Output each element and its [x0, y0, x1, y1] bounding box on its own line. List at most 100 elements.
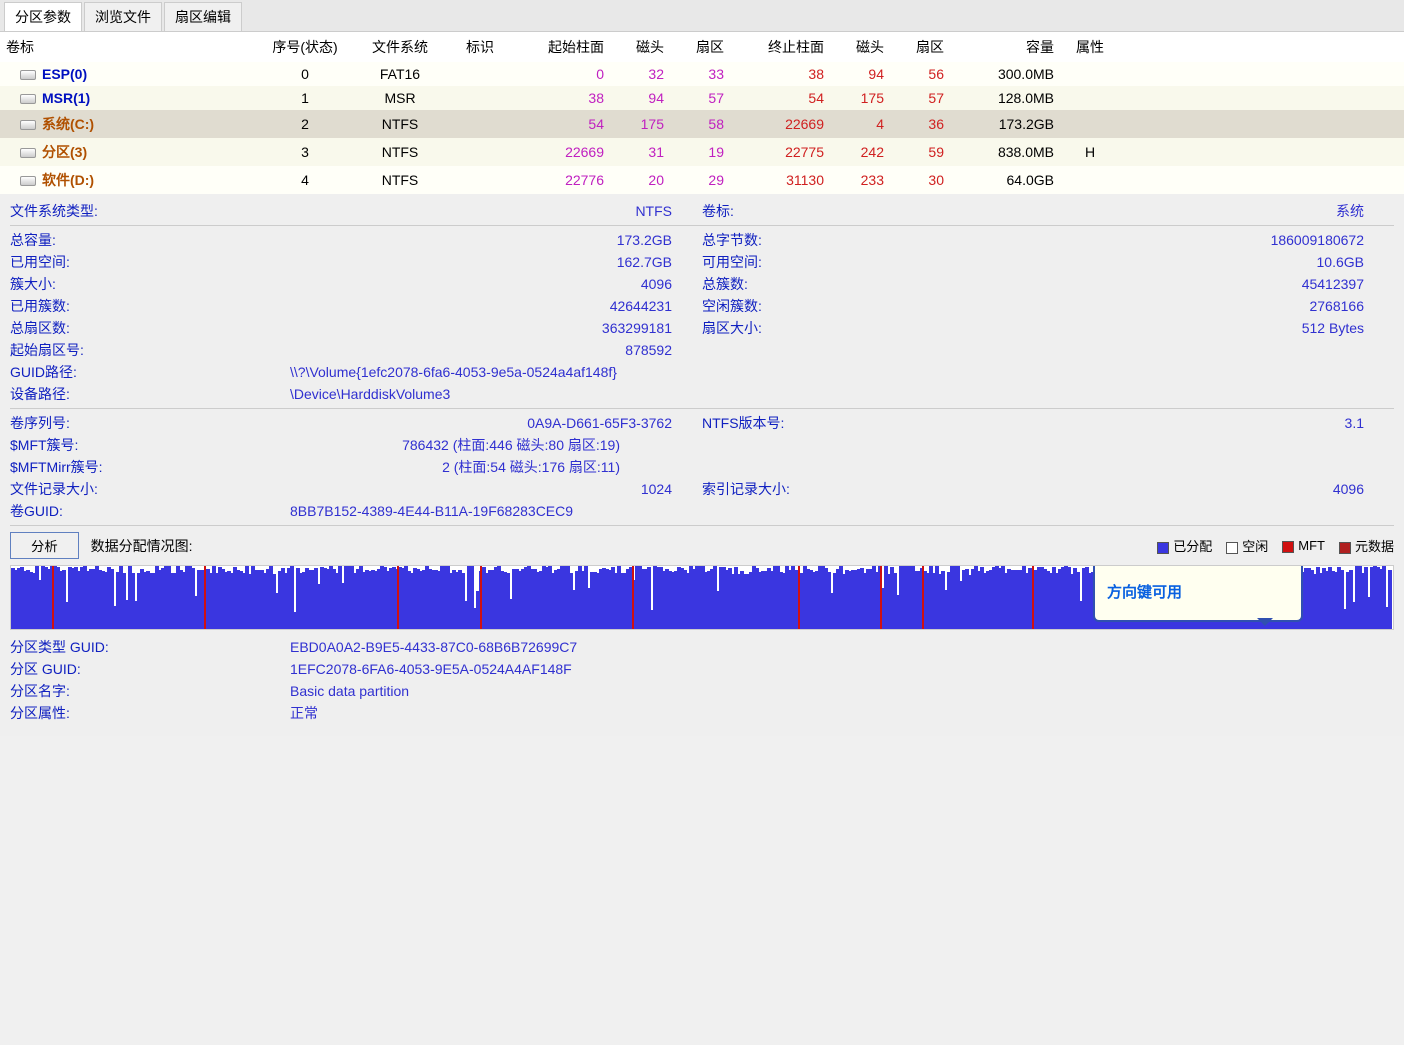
cell-seq: 0	[260, 62, 350, 86]
col-fs[interactable]: 文件系统	[350, 32, 450, 62]
used-value: 162.7GB	[130, 251, 702, 273]
cell-capacity: 64.0GB	[950, 166, 1060, 194]
col-seq[interactable]: 序号(状态)	[260, 32, 350, 62]
tab-partition-params[interactable]: 分区参数	[4, 2, 82, 31]
free-clusters-value: 2768166	[822, 295, 1394, 317]
info-panel: 文件系统类型:NTFS 卷标:系统 总容量:173.2GB 总字节数:18600…	[0, 194, 1404, 736]
sector-size-label: 扇区大小:	[702, 317, 822, 339]
cell-start-head: 32	[610, 62, 670, 86]
cell-end-sec: 30	[890, 166, 950, 194]
cell-end-head: 242	[830, 138, 890, 166]
cell-capacity: 838.0MB	[950, 138, 1060, 166]
table-row[interactable]: MSR(1) 1 MSR 38 94 57 54 175 57 128.0MB	[0, 86, 1404, 110]
cell-end-head: 4	[830, 110, 890, 138]
legend-item: 已分配	[1157, 536, 1212, 555]
file-rec-label: 文件记录大小:	[10, 478, 130, 500]
mftmirr-value: 2 (柱面:54 磁头:176 扇区:11)	[130, 456, 650, 478]
tab-sector-edit[interactable]: 扇区编辑	[164, 2, 242, 31]
cell-start-cyl: 38	[510, 86, 610, 110]
used-label: 已用空间:	[10, 251, 130, 273]
ntfs-ver-value: 3.1	[822, 412, 1394, 434]
disk-icon	[20, 94, 36, 104]
mftmirr-label: $MFTMirr簇号:	[10, 456, 130, 478]
disk-icon	[20, 70, 36, 80]
index-rec-label: 索引记录大小:	[702, 478, 822, 500]
start-sector-value: 878592	[130, 339, 702, 361]
cell-attr	[1060, 62, 1120, 86]
serial-value: 0A9A-D661-65F3-3762	[130, 412, 702, 434]
tab-bar: 分区参数 浏览文件 扇区编辑	[0, 0, 1404, 32]
guid-path-value: \\?\Volume{1efc2078-6fa6-4053-9e5a-0524a…	[290, 361, 617, 383]
table-row[interactable]: 软件(D:) 4 NTFS 22776 20 29 31130 233 30 6…	[0, 166, 1404, 194]
file-rec-value: 1024	[130, 478, 702, 500]
device-path-value: \Device\HarddiskVolume3	[290, 383, 450, 405]
cell-attr: H	[1060, 138, 1120, 166]
cell-flag	[450, 138, 510, 166]
analyze-button[interactable]: 分析	[10, 532, 79, 559]
col-end-head[interactable]: 磁头	[830, 32, 890, 62]
cell-start-sec: 57	[670, 86, 730, 110]
free-label: 可用空间:	[702, 251, 822, 273]
cell-attr	[1060, 166, 1120, 194]
cell-end-cyl: 31130	[730, 166, 830, 194]
cell-end-cyl: 38	[730, 62, 830, 86]
col-volume[interactable]: 卷标	[0, 32, 260, 62]
col-end-sec[interactable]: 扇区	[890, 32, 950, 62]
vol-guid-value: 8BB7B152-4389-4E44-B11A-19F68283CEC9	[290, 500, 573, 522]
fs-type-label: 文件系统类型:	[10, 200, 130, 222]
table-header: 卷标 序号(状态) 文件系统 标识 起始柱面 磁头 扇区 终止柱面 磁头 扇区 …	[0, 32, 1404, 62]
cell-attr	[1060, 86, 1120, 110]
part-name-value: Basic data partition	[290, 680, 409, 702]
cell-end-cyl: 54	[730, 86, 830, 110]
total-cap-label: 总容量:	[10, 229, 130, 251]
cell-end-sec: 57	[890, 86, 950, 110]
allocation-chart[interactable]: 数据区(当前竖线): 起始簇号: 42470838 簇数目: 33051 已分配…	[10, 565, 1394, 630]
table-row[interactable]: ESP(0) 0 FAT16 0 32 33 38 94 56 300.0MB	[0, 62, 1404, 86]
cell-start-head: 175	[610, 110, 670, 138]
part-guid-value: 1EFC2078-6FA6-4053-9E5A-0524A4AF148F	[290, 658, 572, 680]
cell-flag	[450, 62, 510, 86]
mft-value: 786432 (柱面:446 磁头:80 扇区:19)	[130, 434, 650, 456]
tab-browse-files[interactable]: 浏览文件	[84, 2, 162, 31]
total-cap-value: 173.2GB	[130, 229, 702, 251]
col-attr[interactable]: 属性	[1060, 32, 1120, 62]
cell-end-sec: 36	[890, 110, 950, 138]
table-row[interactable]: 分区(3) 3 NTFS 22669 31 19 22775 242 59 83…	[0, 138, 1404, 166]
cell-seq: 1	[260, 86, 350, 110]
cell-start-cyl: 54	[510, 110, 610, 138]
legend: 已分配空闲MFT元数据	[1157, 536, 1394, 555]
chart-tooltip: 数据区(当前竖线): 起始簇号: 42470838 簇数目: 33051 已分配…	[1093, 565, 1303, 622]
col-flag[interactable]: 标识	[450, 32, 510, 62]
ntfs-ver-label: NTFS版本号:	[702, 412, 822, 434]
cell-end-head: 233	[830, 166, 890, 194]
cell-fs: FAT16	[350, 62, 450, 86]
disk-icon	[20, 176, 36, 186]
col-end-cyl[interactable]: 终止柱面	[730, 32, 830, 62]
col-start-sec[interactable]: 扇区	[670, 32, 730, 62]
part-attr-label: 分区属性:	[10, 702, 290, 724]
col-capacity[interactable]: 容量	[950, 32, 1060, 62]
volume-name: 系统(C:)	[42, 116, 94, 132]
total-sectors-value: 363299181	[130, 317, 702, 339]
fs-type-value: NTFS	[130, 200, 702, 222]
legend-item: 元数据	[1339, 536, 1394, 555]
disk-icon	[20, 148, 36, 158]
tooltip-hint: 方向键可用	[1107, 580, 1289, 606]
part-type-label: 分区类型 GUID:	[10, 636, 290, 658]
part-name-label: 分区名字:	[10, 680, 290, 702]
disk-icon	[20, 120, 36, 130]
mft-label: $MFT簇号:	[10, 434, 130, 456]
cell-start-cyl: 22776	[510, 166, 610, 194]
used-clusters-label: 已用簇数:	[10, 295, 130, 317]
cell-attr	[1060, 110, 1120, 138]
free-clusters-label: 空闲簇数:	[702, 295, 822, 317]
col-start-cyl[interactable]: 起始柱面	[510, 32, 610, 62]
cell-seq: 2	[260, 110, 350, 138]
table-row[interactable]: 系统(C:) 2 NTFS 54 175 58 22669 4 36 173.2…	[0, 110, 1404, 138]
cell-end-cyl: 22775	[730, 138, 830, 166]
cell-capacity: 300.0MB	[950, 62, 1060, 86]
col-start-head[interactable]: 磁头	[610, 32, 670, 62]
cell-flag	[450, 86, 510, 110]
cell-start-cyl: 0	[510, 62, 610, 86]
volume-name: 分区(3)	[42, 144, 87, 160]
